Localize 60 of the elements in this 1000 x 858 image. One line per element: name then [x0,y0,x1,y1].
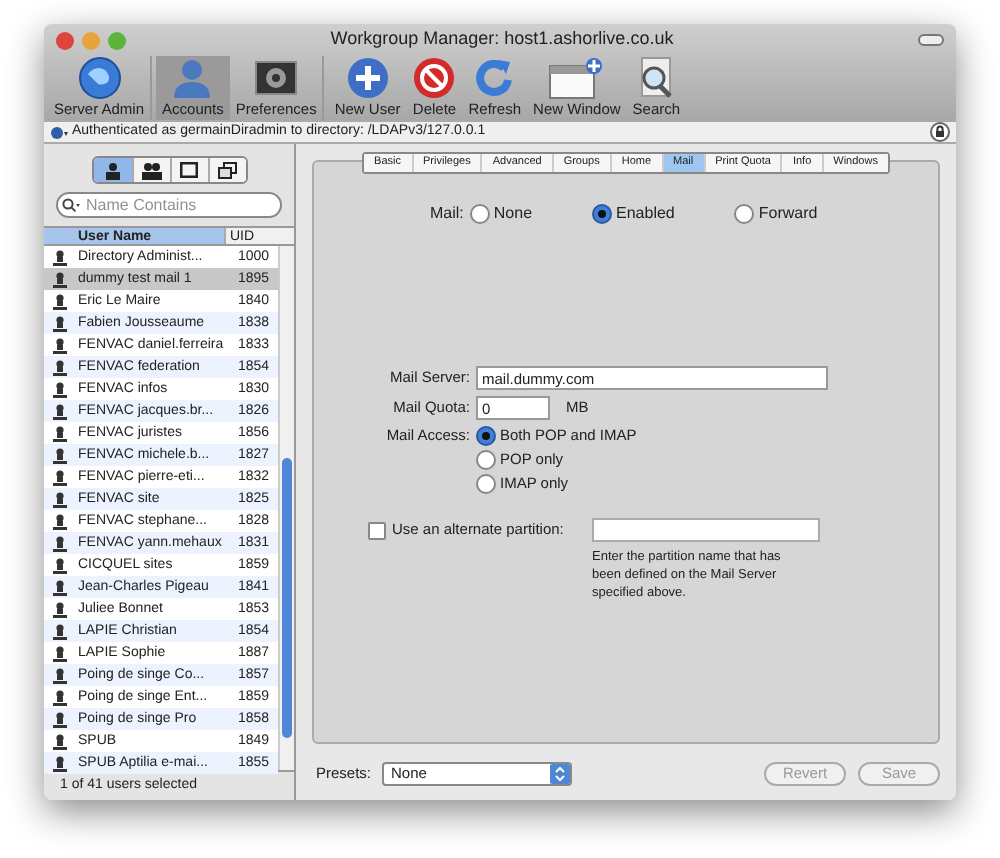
radio-button[interactable] [734,204,755,224]
plus-icon [345,56,390,100]
user-icon [52,711,68,727]
user-icon [52,491,68,507]
refresh-icon [472,56,517,100]
radio-label: None [493,202,533,226]
user-icon [52,623,68,639]
computer-group-icon [217,161,237,179]
radio-button[interactable] [476,474,496,494]
scroll-bar[interactable] [278,246,294,770]
account-type-tab[interactable] [169,158,207,182]
toolbar-toggle-button[interactable] [918,34,944,46]
user-icon [52,733,68,749]
user-icon [52,513,68,529]
user-icon [52,557,68,573]
stepper-icon [549,764,570,784]
close-button[interactable] [56,31,74,49]
user-icon [52,315,68,331]
user-icon [103,161,121,179]
user-icon [52,293,68,309]
user-icon [52,447,68,463]
partition-field[interactable] [592,518,820,542]
radio-button[interactable] [476,426,496,446]
radio-button[interactable] [476,450,496,470]
checkbox[interactable] [368,521,386,539]
user-icon [52,689,68,705]
user-icon [52,271,68,287]
radio-label: Enabled [616,202,675,226]
group-icon [141,161,161,179]
user-icon [52,381,68,397]
account-type-tab[interactable] [93,158,131,182]
user-icon [52,579,68,595]
user-icon [52,403,68,419]
user-icon [52,359,68,375]
user-icon [52,645,68,661]
globe-icon[interactable] [50,125,68,139]
globe-icon [77,56,122,100]
account-type-tab[interactable] [131,158,169,182]
user-icon [52,425,68,441]
user-icon [52,469,68,485]
user-icon [52,667,68,683]
user-icon [52,249,68,265]
user-icon [52,337,68,353]
preferences-icon [254,56,299,100]
search-field[interactable]: Name Contains [56,192,282,218]
no-entry-icon [412,56,457,100]
radio-button[interactable] [469,204,490,224]
new-window-icon [548,56,605,100]
radio-label: Forward [758,202,818,226]
user-icon [52,755,68,771]
user-icon [52,535,68,551]
radio-button[interactable] [592,204,613,224]
window-title: Workgroup Manager: host1.ashorlive.co.uk [330,26,674,53]
user-icon [52,601,68,617]
mail-label: Mail: [430,202,464,226]
search-icon [62,197,80,213]
lock-icon[interactable] [930,122,950,142]
computer-icon [180,162,198,178]
account-type-tab[interactable] [207,158,245,182]
person-icon [170,56,215,100]
